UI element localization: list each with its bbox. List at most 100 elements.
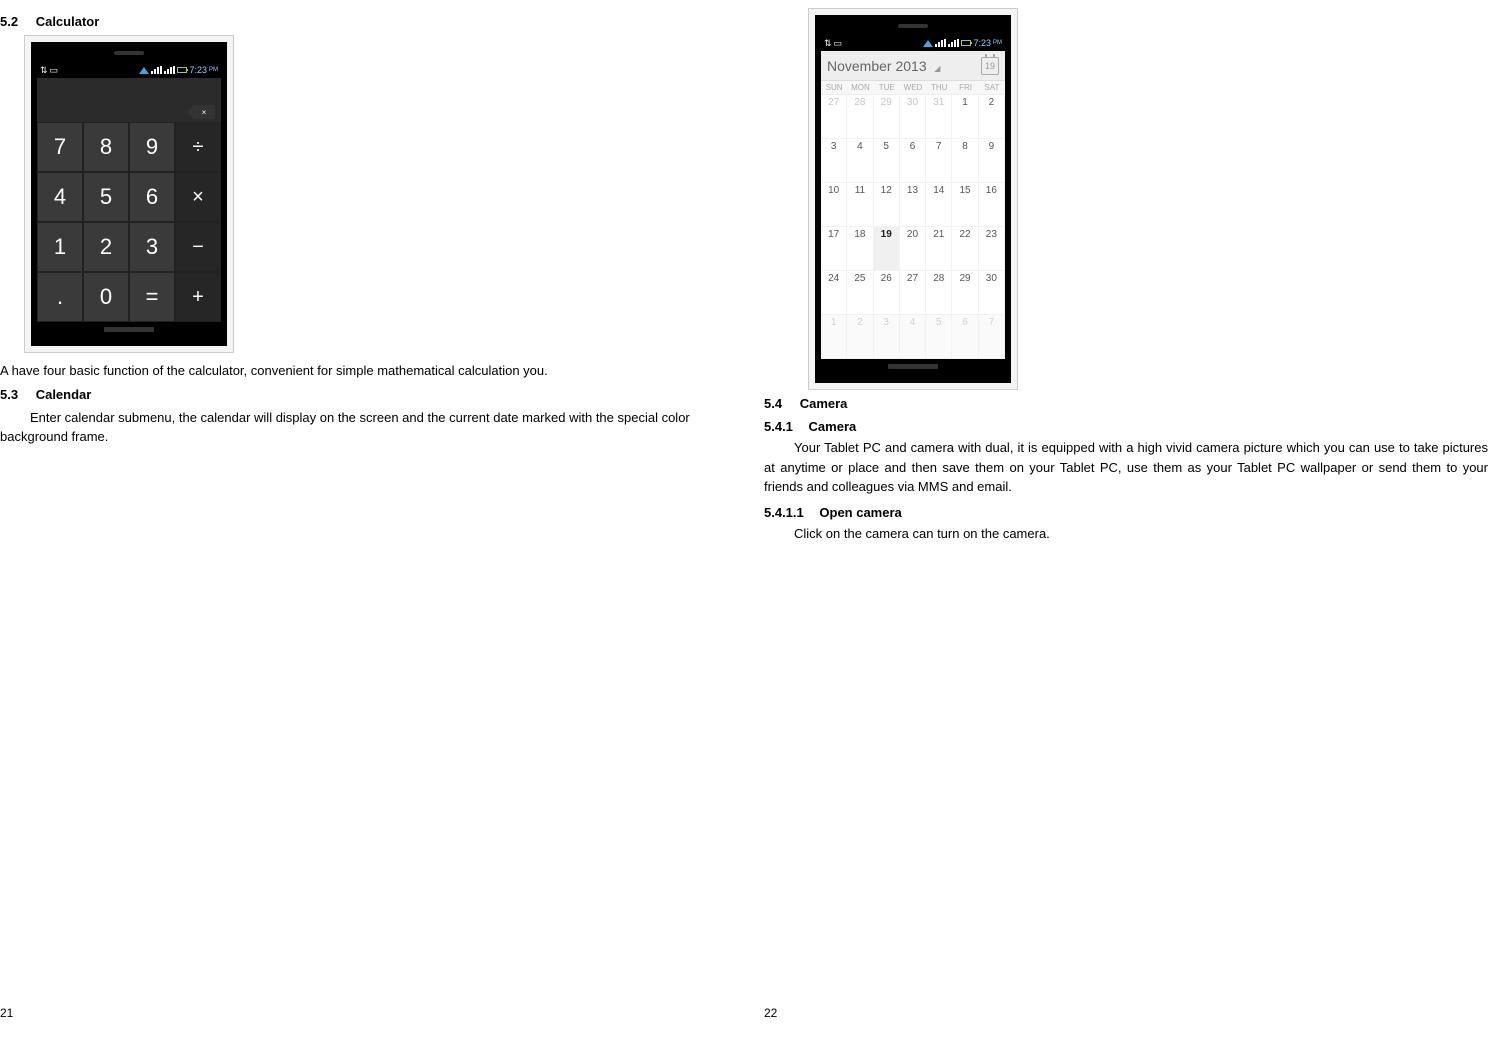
page-number: 21 xyxy=(0,1006,13,1020)
home-bar xyxy=(104,327,154,332)
status-pm: PM xyxy=(993,40,1002,46)
calc-operator-key[interactable]: ÷ xyxy=(175,122,221,172)
calc-operator-key[interactable]: × xyxy=(175,172,221,222)
page-number: 22 xyxy=(764,1006,777,1020)
calendar-day-cell[interactable]: 21 xyxy=(926,227,952,271)
calendar-day-cell[interactable]: 1 xyxy=(821,315,847,359)
calculator-screenshot: ⇅ ▭ 7:23 PM × xyxy=(24,35,234,353)
card-icon: ▭ xyxy=(50,65,59,76)
section-5-3-text: Enter calendar submenu, the calendar wil… xyxy=(0,408,724,447)
calendar-day-cell[interactable]: 17 xyxy=(821,227,847,271)
calendar-day-cell[interactable]: 11 xyxy=(847,183,873,227)
calendar-dow-cell: THU xyxy=(926,81,952,94)
signal-icon-2 xyxy=(164,66,175,74)
calc-digit-key[interactable]: 2 xyxy=(83,222,129,272)
calendar-dow-cell: TUE xyxy=(874,81,900,94)
calendar-day-cell[interactable]: 4 xyxy=(900,315,926,359)
calc-digit-key[interactable]: 1 xyxy=(37,222,83,272)
section-5-4-1-1-text: Click on the camera can turn on the came… xyxy=(764,524,1488,544)
calendar-day-cell[interactable]: 4 xyxy=(847,139,873,183)
calendar-day-cell[interactable]: 25 xyxy=(847,271,873,315)
today-icon[interactable]: 19 xyxy=(981,57,999,75)
calendar-dow-row: SUNMONTUEWEDTHUFRISAT xyxy=(821,81,1005,95)
status-time: 7:23 xyxy=(189,65,207,75)
calendar-day-cell[interactable]: 6 xyxy=(900,139,926,183)
card-icon: ▭ xyxy=(834,38,843,49)
calendar-day-cell[interactable]: 22 xyxy=(952,227,978,271)
calendar-day-cell[interactable]: 30 xyxy=(900,95,926,139)
section-5-4-heading: 5.4 Camera xyxy=(764,396,1488,411)
calendar-day-cell[interactable]: 10 xyxy=(821,183,847,227)
calendar-title[interactable]: November 2013 xyxy=(827,58,927,74)
status-bar: ⇅ ▭ 7:23 PM xyxy=(37,62,221,78)
calendar-day-cell[interactable]: 5 xyxy=(926,315,952,359)
calendar-day-cell[interactable]: 30 xyxy=(979,271,1005,315)
calc-digit-key[interactable]: . xyxy=(37,272,83,322)
page-22: ⇅ ▭ 7:23 PM xyxy=(744,0,1488,1038)
calc-digit-key[interactable]: 6 xyxy=(129,172,175,222)
calendar-day-cell[interactable]: 31 xyxy=(926,95,952,139)
calendar-dow-cell: SUN xyxy=(821,81,847,94)
calendar-day-cell[interactable]: 5 xyxy=(874,139,900,183)
signal-icon-2 xyxy=(948,39,959,47)
calc-digit-key[interactable]: = xyxy=(129,272,175,322)
calendar-grid: 2728293031123456789101112131415161718192… xyxy=(821,95,1005,359)
calendar-day-cell[interactable]: 3 xyxy=(874,315,900,359)
calc-digit-key[interactable]: 9 xyxy=(129,122,175,172)
calc-operator-key[interactable]: + xyxy=(175,272,221,322)
calendar-day-cell[interactable]: 14 xyxy=(926,183,952,227)
calendar-dow-cell: WED xyxy=(900,81,926,94)
calendar-day-cell[interactable]: 7 xyxy=(926,139,952,183)
calendar-day-cell[interactable]: 7 xyxy=(979,315,1005,359)
status-pm: PM xyxy=(209,67,218,73)
calendar-day-cell[interactable]: 9 xyxy=(979,139,1005,183)
calculator-keypad: 789÷ 456× 123−.0=+ xyxy=(37,122,221,322)
calc-digit-key[interactable]: 7 xyxy=(37,122,83,172)
calendar-day-cell[interactable]: 2 xyxy=(979,95,1005,139)
calc-digit-key[interactable]: 5 xyxy=(83,172,129,222)
backspace-icon[interactable]: × xyxy=(193,105,215,119)
calendar-day-cell[interactable]: 27 xyxy=(900,271,926,315)
status-bar: ⇅ ▭ 7:23 PM xyxy=(821,35,1005,51)
calendar-day-cell[interactable]: 28 xyxy=(926,271,952,315)
section-5-2-heading: 5.2 Calculator xyxy=(0,14,724,29)
section-title: Calculator xyxy=(36,14,100,29)
calendar-day-cell[interactable]: 26 xyxy=(874,271,900,315)
calendar-day-cell[interactable]: 12 xyxy=(874,183,900,227)
calc-digit-key[interactable]: 0 xyxy=(83,272,129,322)
home-bar xyxy=(888,364,938,369)
calendar-dow-cell: SAT xyxy=(979,81,1005,94)
calendar-day-cell[interactable]: 29 xyxy=(874,95,900,139)
section-title: Open camera xyxy=(819,505,901,520)
calendar-day-cell[interactable]: 16 xyxy=(979,183,1005,227)
calendar-day-cell[interactable]: 18 xyxy=(847,227,873,271)
calc-digit-key[interactable]: 4 xyxy=(37,172,83,222)
calendar-day-cell[interactable]: 27 xyxy=(821,95,847,139)
calendar-day-cell[interactable]: 29 xyxy=(952,271,978,315)
calendar-day-cell[interactable]: 23 xyxy=(979,227,1005,271)
section-5-3-heading: 5.3 Calendar xyxy=(0,387,724,402)
calendar-day-cell[interactable]: 3 xyxy=(821,139,847,183)
calendar-day-cell[interactable]: 15 xyxy=(952,183,978,227)
calendar-day-cell[interactable]: 6 xyxy=(952,315,978,359)
section-number: 5.4.1 xyxy=(764,419,793,434)
section-title: Calendar xyxy=(36,387,92,402)
calendar-day-cell[interactable]: 1 xyxy=(952,95,978,139)
calendar-day-cell[interactable]: 8 xyxy=(952,139,978,183)
calendar-dow-cell: MON xyxy=(847,81,873,94)
usb-icon: ⇅ xyxy=(824,38,832,49)
calendar-day-cell[interactable]: 2 xyxy=(847,315,873,359)
calc-digit-key[interactable]: 3 xyxy=(129,222,175,272)
calendar-day-cell[interactable]: 20 xyxy=(900,227,926,271)
usb-icon: ⇅ xyxy=(40,65,48,76)
section-5-4-1-text: Your Tablet PC and camera with dual, it … xyxy=(764,438,1488,497)
calc-operator-key[interactable]: − xyxy=(175,222,221,272)
wifi-icon xyxy=(139,67,149,74)
calc-digit-key[interactable]: 8 xyxy=(83,122,129,172)
section-5-4-1-1-heading: 5.4.1.1 Open camera xyxy=(764,505,1488,520)
calendar-day-cell[interactable]: 19 xyxy=(874,227,900,271)
page-21: 5.2 Calculator ⇅ ▭ xyxy=(0,0,744,1038)
calendar-day-cell[interactable]: 24 xyxy=(821,271,847,315)
calendar-day-cell[interactable]: 28 xyxy=(847,95,873,139)
calendar-day-cell[interactable]: 13 xyxy=(900,183,926,227)
